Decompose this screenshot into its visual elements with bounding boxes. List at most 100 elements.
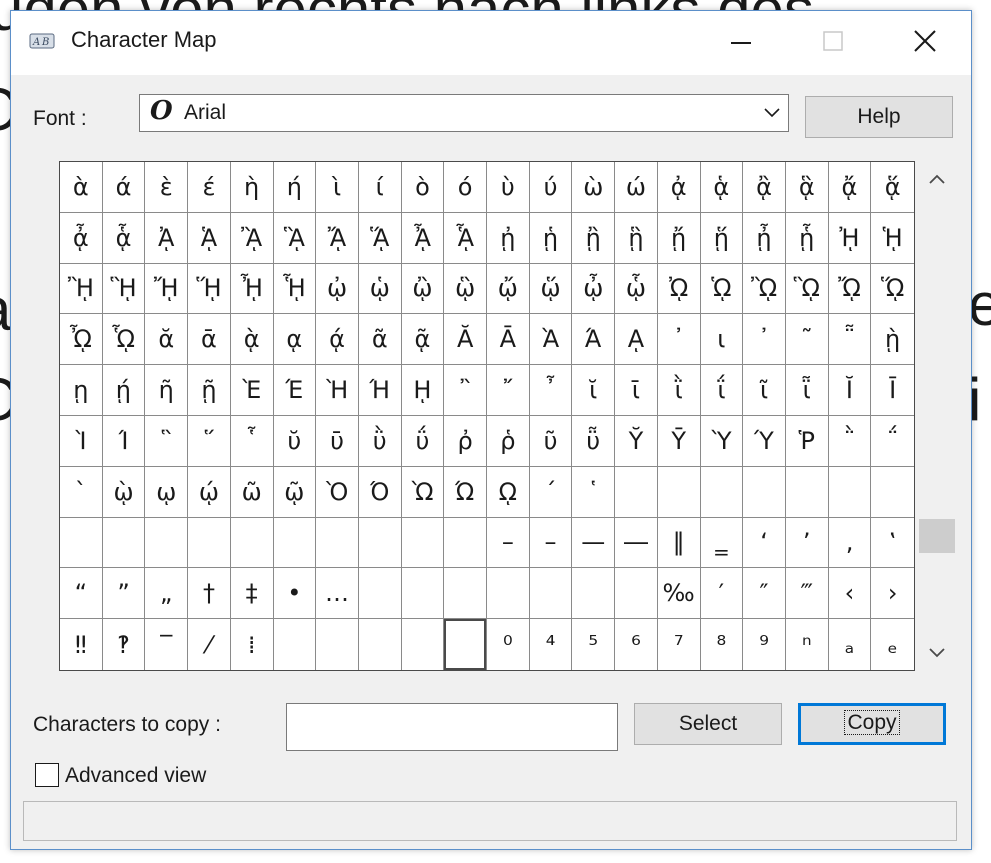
character-cell[interactable]: ῧ [572,415,616,467]
character-cell[interactable]: – [487,517,530,569]
character-cell[interactable]: ” [102,568,146,620]
character-cell[interactable]: ‖ [657,517,701,569]
character-cell[interactable]: ῤ [444,415,487,467]
character-cell[interactable]: ῑ [615,365,658,416]
character-cell[interactable] [316,517,359,569]
character-cell[interactable]: ᾘ [828,212,872,264]
character-cell[interactable]: ᾫ [785,263,829,315]
character-cell[interactable]: Ή [358,365,402,416]
font-dropdown[interactable]: O Arial [139,94,789,132]
character-cell[interactable]: Ὶ [60,415,103,467]
character-cell[interactable]: ῠ [273,415,317,467]
help-button[interactable]: Help [805,96,953,138]
character-cell[interactable] [743,466,786,518]
character-cell[interactable]: ᾖ [743,212,786,264]
character-cell[interactable]: Ὸ [316,466,359,518]
character-cell[interactable]: ῖ [743,365,786,416]
character-cell[interactable]: ′ [700,568,744,620]
character-cell[interactable]: ⁵ [572,619,616,670]
character-cell[interactable]: ⁄ [188,619,231,670]
character-cell[interactable]: ᾷ [401,314,445,366]
character-cell[interactable] [145,517,189,569]
character-cell[interactable]: ῟ [230,415,274,467]
scroll-up-arrow-icon[interactable] [927,171,947,187]
character-cell[interactable] [657,466,701,518]
character-cell[interactable]: „ [145,568,189,620]
character-cell[interactable]: ὶ [316,162,359,213]
character-cell[interactable]: ⁶ [615,619,658,670]
character-cell[interactable]: ⁹ [743,619,786,670]
character-cell[interactable]: ύ [529,162,573,213]
character-cell[interactable]: Ῥ [785,415,829,467]
character-cell[interactable]: ₑ [871,619,914,670]
character-cell[interactable]: ‛ [871,518,914,569]
character-cell[interactable]: ″ [743,568,786,620]
character-cell[interactable]: ᾦ [572,263,616,315]
character-cell[interactable]: ᾱ [188,314,231,366]
character-grid[interactable]: ὰάὲέὴήὶίὸόὺύὼώᾀᾁᾂᾃᾄᾅ ᾆᾇᾈᾉᾊᾋᾌᾍᾎᾏᾐᾑᾒᾓᾔᾕᾖᾗᾘᾙ… [59,161,915,671]
character-cell[interactable]: ᾇ [102,212,146,264]
character-cell[interactable]: ᾽ [657,314,701,366]
character-cell[interactable]: Ὼ [401,466,445,518]
character-cell[interactable]: ῗ [785,365,829,416]
character-cell[interactable]: ₐ [829,619,872,670]
character-cell[interactable]: ῄ [102,365,146,416]
character-cell[interactable] [230,517,274,569]
character-cell[interactable] [871,467,914,518]
character-cell[interactable]: ΐ [700,365,744,416]
character-cell[interactable] [316,619,359,670]
character-cell[interactable]: ᾲ [230,314,274,366]
advanced-view-checkbox[interactable] [35,763,59,787]
character-cell[interactable]: ‡ [230,568,274,620]
character-cell[interactable]: Ῠ [615,415,658,467]
title-bar[interactable]: A B Character Map [11,11,971,75]
character-cell[interactable]: ᾳ [273,314,317,366]
character-cell[interactable]: ᾣ [444,263,487,315]
character-cell[interactable]: ⁴ [530,619,573,670]
character-cell[interactable]: ό [444,162,487,213]
character-cell[interactable]: ᾭ [871,264,914,315]
character-cell[interactable]: “ [60,568,103,620]
character-cell[interactable]: ᾥ [529,263,573,315]
character-cell[interactable]: – [529,517,573,569]
character-cell[interactable]: ᾚ [60,263,103,315]
character-cell[interactable]: ᾊ [230,212,274,264]
character-cell[interactable]: ᾛ [102,263,146,315]
character-cell[interactable]: Ὲ [230,365,274,416]
character-cell[interactable]: ῡ [316,415,359,467]
character-cell[interactable] [401,517,445,569]
character-cell[interactable]: ᾬ [828,263,872,315]
character-cell[interactable]: ᾒ [572,212,616,264]
advanced-view-label[interactable]: Advanced view [65,764,206,788]
character-cell[interactable]: ᾑ [529,212,573,264]
character-cell[interactable]: ᾿ [743,314,786,366]
character-cell[interactable]: Έ [273,365,317,416]
character-cell[interactable] [444,517,487,569]
character-cell[interactable] [785,466,829,518]
character-cell[interactable]: ᾼ [615,314,658,366]
character-cell[interactable]: ί [358,162,402,213]
character-cell[interactable]: ᾴ [316,314,359,366]
character-cell[interactable] [572,568,616,620]
character-cell[interactable]: ῝ [145,415,189,467]
character-cell[interactable]: ῞ [188,415,231,467]
character-cell[interactable]: ᾄ [828,162,872,213]
character-cell[interactable]: ᾔ [657,212,701,264]
character-cell[interactable]: ή [273,162,317,213]
character-cell[interactable]: ά [102,162,146,213]
character-cell[interactable] [402,619,445,670]
character-cell[interactable]: ᾨ [657,263,701,315]
character-cell[interactable]: ᾏ [444,212,487,264]
character-cell[interactable] [401,568,445,620]
character-cell[interactable]: ᾍ [358,212,402,264]
character-cell[interactable]: ῾ [572,466,616,518]
character-cell[interactable]: ’ [785,517,829,569]
character-cell[interactable]: ᾂ [743,162,786,213]
select-button[interactable]: Select [634,703,782,745]
character-cell[interactable]: Ό [358,466,402,518]
character-cell[interactable] [273,517,317,569]
character-cell[interactable]: ᾙ [871,213,914,264]
scroll-down-arrow-icon[interactable] [927,645,947,661]
character-cell[interactable]: ᾧ [615,263,658,315]
character-cell[interactable]: ᾃ [785,162,829,213]
